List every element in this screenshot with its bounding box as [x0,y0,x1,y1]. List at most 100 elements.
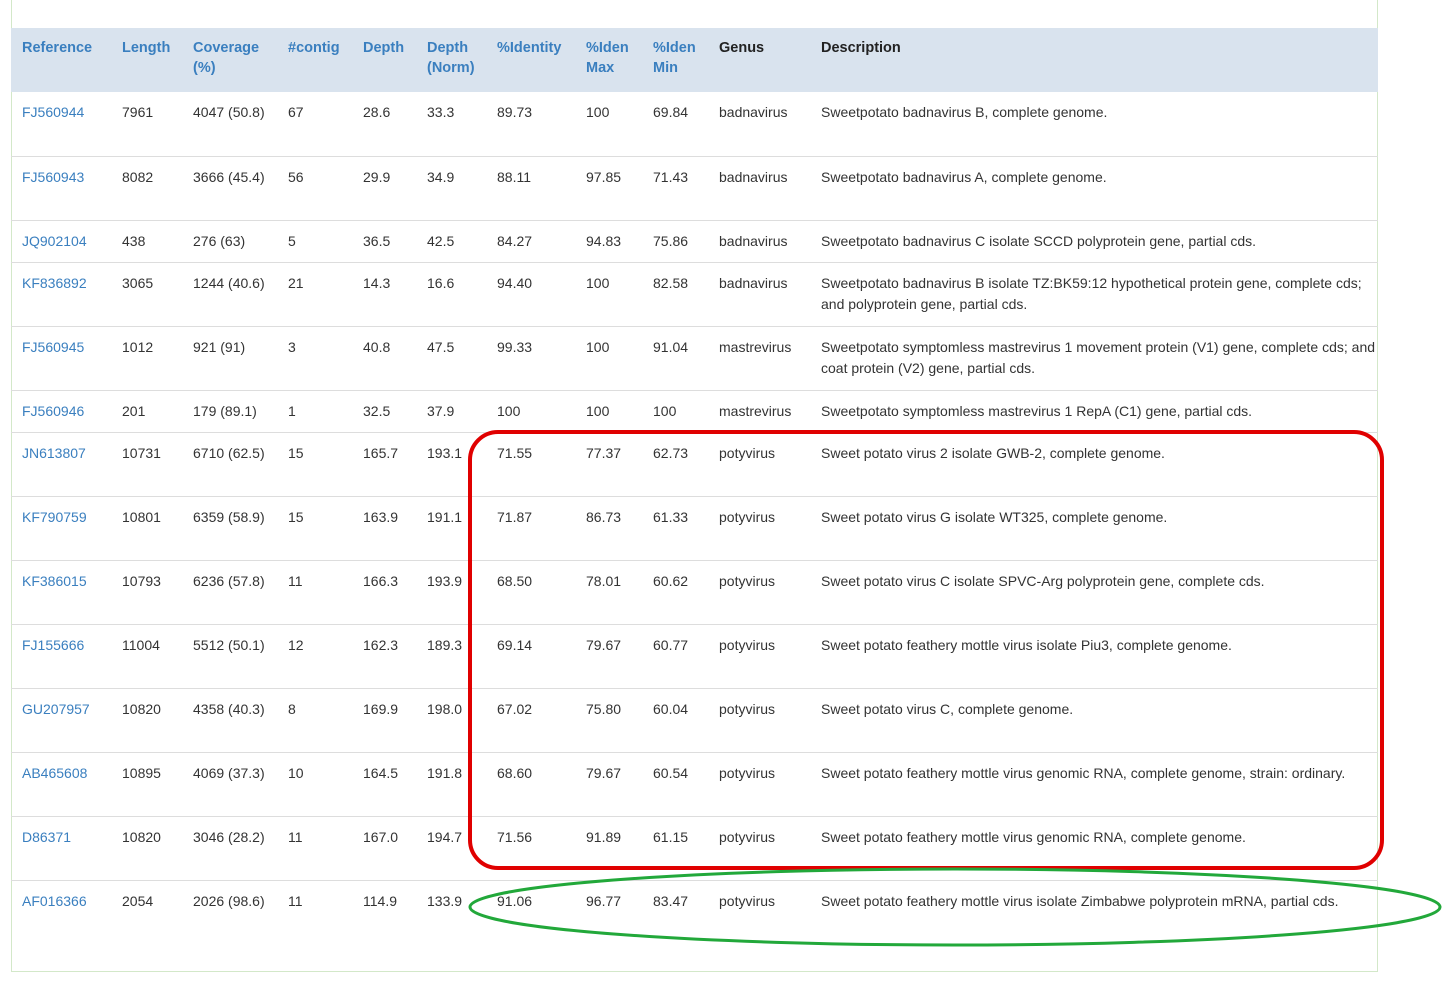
cell-depth: 28.6 [363,104,391,120]
cell-contig: 67 [288,104,304,120]
cell-description: Sweet potato feathery mottle virus isola… [810,879,1378,944]
cell-coverage: 4069 (37.3) [182,751,277,816]
cell-genus: badnavirus [708,261,810,326]
cell-genus: mastrevirus [708,389,810,432]
cell-length: 438 [111,219,182,262]
reference-link[interactable]: KF790759 [22,509,87,525]
reference-link[interactable]: FJ560943 [22,169,84,185]
cell-iden-min: 60.77 [642,623,708,688]
cell-contig: 12 [277,623,352,688]
col-header-iden-max[interactable]: %Iden Max [575,28,642,92]
col-header-depth-norm[interactable]: Depth (Norm) [416,28,486,92]
cell-depth-norm: 16.6 [416,261,486,326]
cell-genus: potyvirus [708,879,810,944]
cell-depth: 40.8 [352,325,416,390]
cell-contig: 1 [277,389,352,432]
reference-link[interactable]: KF836892 [22,275,87,291]
cell-description: Sweet potato virus G isolate WT325, comp… [810,495,1378,560]
cell-iden-min: 62.73 [642,431,708,496]
cell-iden-max: 100 [586,104,610,120]
cell-genus: potyvirus [708,815,810,880]
cell-identity: 88.11 [486,155,575,220]
reference-link[interactable]: AB465608 [22,765,87,781]
cell-iden-min: 91.04 [642,325,708,390]
col-header-iden-min[interactable]: %Iden Min [642,28,708,92]
cell-genus: potyvirus [708,623,810,688]
reference-link[interactable]: FJ560945 [22,339,84,355]
cell-description: Sweetpotato badnavirus B, complete genom… [821,104,1108,120]
reference-link[interactable]: KF386015 [22,573,87,589]
cell-depth: 164.5 [352,751,416,816]
cell-iden-min: 69.84 [653,104,689,120]
cell-coverage: 3666 (45.4) [182,155,277,220]
reference-link[interactable]: AF016366 [22,893,87,909]
col-header-depth[interactable]: Depth [352,28,416,92]
results-table: Reference Length Coverage (%) #contig De… [11,28,1378,944]
cell-contig: 15 [277,431,352,496]
table-row: AB465608 10895 4069 (37.3) 10 164.5 191.8 68.6… [11,751,1378,816]
cell-reference: FJ560946 [11,389,111,432]
table-row: GU207957 10820 4358 (40.3) 8 169.9 198.0 67.02… [11,687,1378,752]
cell-length: 8082 [111,155,182,220]
cell-coverage: 276 (63) [182,219,277,262]
reference-link[interactable]: JQ902104 [22,233,87,249]
reference-link[interactable]: GU207957 [22,701,90,717]
cell-iden-max: 78.01 [575,559,642,624]
cell-genus: potyvirus [708,751,810,816]
cell-description: Sweetpotato badnavirus C isolate SCCD po… [810,219,1378,262]
cell-depth: 165.7 [352,431,416,496]
cell-identity: 68.60 [486,751,575,816]
table-row: KF836892 3065 1244 (40.6) 21 14.3 16.6 94.40 10… [11,261,1378,326]
cell-reference: KF386015 [11,559,111,624]
cell-reference: FJ560944 [11,92,111,156]
reference-link[interactable]: FJ560944 [22,104,84,120]
reference-link[interactable]: FJ560946 [22,403,84,419]
col-header-contig[interactable]: #contig [277,28,352,92]
cell-iden-max: 94.83 [575,219,642,262]
table-row: FJ155666 11004 5512 (50.1) 12 162.3 189.3 69.1… [11,623,1378,688]
reference-link[interactable]: FJ155666 [22,637,84,653]
cell-genus: badnavirus [708,219,810,262]
cell-coverage: 1244 (40.6) [182,261,277,326]
col-header-coverage[interactable]: Coverage (%) [182,28,277,92]
cell-depth: 32.5 [352,389,416,432]
col-header-description: Description [821,40,901,56]
cell-description: Sweet potato feathery mottle virus genom… [810,815,1378,880]
cell-coverage: 4358 (40.3) [182,687,277,752]
cell-iden-max: 91.89 [575,815,642,880]
cell-length: 10820 [111,815,182,880]
cell-iden-min: 61.33 [642,495,708,560]
cell-length: 10801 [111,495,182,560]
cell-length: 10731 [111,431,182,496]
cell-length: 1012 [111,325,182,390]
cell-depth-norm: 189.3 [416,623,486,688]
cell-description: Sweetpotato badnavirus A, complete genom… [810,155,1378,220]
cell-description: Sweetpotato symptomless mastrevirus 1 mo… [810,325,1378,390]
cell-identity: 69.14 [486,623,575,688]
reference-link[interactable]: JN613807 [22,445,86,461]
cell-reference: FJ560943 [11,155,111,220]
cell-iden-min: 61.15 [642,815,708,880]
cell-coverage: 2026 (98.6) [182,879,277,944]
cell-identity: 71.56 [486,815,575,880]
cell-identity: 67.02 [486,687,575,752]
cell-description: Sweet potato feathery mottle virus isola… [810,623,1378,688]
cell-iden-max: 100 [575,261,642,326]
col-header-reference[interactable]: Reference [11,28,111,92]
cell-identity: 68.50 [486,559,575,624]
cell-iden-max: 79.67 [575,751,642,816]
cell-reference: GU207957 [11,687,111,752]
table-row: FJ560944 7961 4047 (50.8) 67 28.6 33.3 89.73 10… [11,92,1378,156]
col-header-genus: Genus [719,40,765,56]
col-header-identity[interactable]: %Identity [486,28,575,92]
reference-link[interactable]: D86371 [22,829,71,845]
cell-iden-min: 100 [642,389,708,432]
cell-depth-norm: 193.1 [416,431,486,496]
cell-iden-max: 86.73 [575,495,642,560]
cell-identity: 91.06 [486,879,575,944]
cell-depth-norm: 193.9 [416,559,486,624]
col-header-length[interactable]: Length [111,28,182,92]
cell-coverage: 6359 (58.9) [182,495,277,560]
table-row: FJ560943 8082 3666 (45.4) 56 29.9 34.9 88.11 97… [11,155,1378,220]
cell-iden-max: 79.67 [575,623,642,688]
